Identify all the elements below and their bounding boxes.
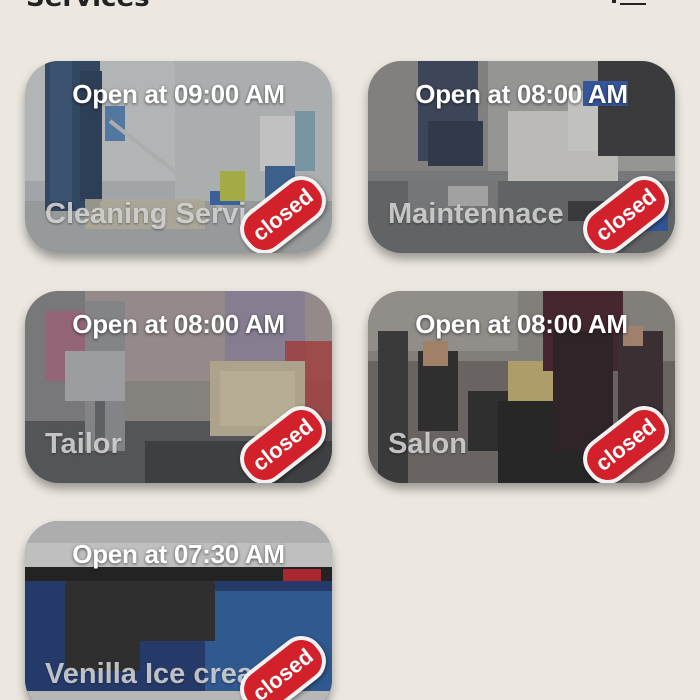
service-name: Tailor xyxy=(45,428,122,460)
open-time-label: Open at 08:00 AM xyxy=(415,309,628,339)
open-time-label: Open at 08:00 AM xyxy=(415,79,628,109)
open-time-label: Open at 08:00 AM xyxy=(72,309,285,339)
open-time-label: Open at 09:00 AM xyxy=(72,79,285,109)
service-card-ice-cream[interactable]: Open at 07:30 AM Venilla Ice cream close… xyxy=(25,521,332,700)
service-card-maintenance[interactable]: Open at 08:00 AM Maintennace closed xyxy=(368,61,675,253)
open-time-label: Open at 07:30 AM xyxy=(72,539,285,569)
service-card-tailor[interactable]: Open at 08:00 AM Tailor closed xyxy=(25,291,332,483)
service-card-cleaning[interactable]: Open at 09:00 AM Cleaning Services close… xyxy=(25,61,332,253)
service-name: Salon xyxy=(388,428,467,460)
service-name: Maintennace xyxy=(388,198,564,230)
services-grid: Open at 09:00 AM Cleaning Services close… xyxy=(0,0,700,700)
services-screen: Services xyxy=(0,0,700,700)
service-card-salon[interactable]: Open at 08:00 AM Salon closed xyxy=(368,291,675,483)
